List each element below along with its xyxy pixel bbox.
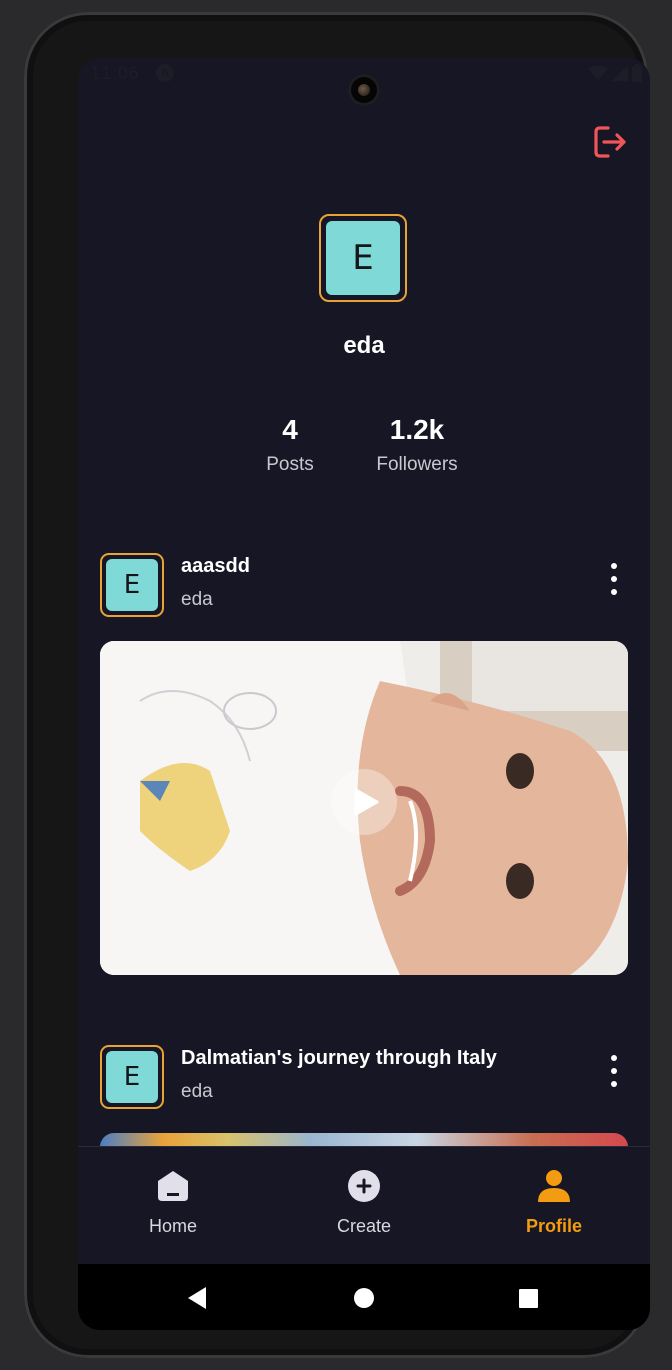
front-camera — [348, 74, 380, 106]
bottom-navigation: Home Create Profile — [78, 1146, 650, 1263]
post-video-thumbnail[interactable] — [100, 641, 628, 975]
post-author-name[interactable]: eda — [181, 1081, 213, 1103]
profile-avatar[interactable]: E — [319, 214, 407, 302]
phone-frame: 11:06 A E eda 4 Posts 1.2k Followers E a… — [24, 12, 650, 1358]
stat-followers[interactable]: 1.2k Followers — [357, 414, 477, 476]
nav-profile[interactable]: Profile — [484, 1169, 624, 1237]
post-title: Dalmatian's journey through Italy — [181, 1047, 497, 1069]
a-badge-icon: A — [156, 64, 174, 82]
more-vertical-icon[interactable] — [604, 1055, 624, 1087]
system-navigation-bar — [78, 1264, 650, 1330]
stat-posts-label: Posts — [266, 454, 314, 475]
nav-create-label: Create — [336, 1216, 392, 1236]
signal-icon — [612, 65, 628, 81]
post-author-avatar-letter: E — [106, 1051, 158, 1103]
post-card: E Dalmatian's journey through Italy eda — [100, 1045, 628, 1173]
stat-posts[interactable]: 4 Posts — [235, 414, 345, 476]
logout-icon[interactable] — [590, 122, 630, 162]
post-card: E aaasdd eda — [100, 553, 628, 977]
post-title: aaasdd — [181, 555, 250, 577]
app-screen: 11:06 A E eda 4 Posts 1.2k Followers E a… — [78, 58, 650, 1330]
wifi-icon — [588, 65, 608, 80]
nav-home[interactable]: Home — [103, 1169, 243, 1237]
more-vertical-icon[interactable] — [604, 563, 624, 595]
post-author-avatar[interactable]: E — [100, 1045, 164, 1109]
stat-followers-value: 1.2k — [389, 414, 445, 445]
battery-icon — [632, 64, 642, 82]
status-time: 11:06 — [90, 64, 139, 84]
nav-create[interactable]: Create — [294, 1169, 434, 1237]
post-author-name[interactable]: eda — [181, 589, 213, 611]
play-icon[interactable] — [331, 769, 397, 835]
nav-profile-label: Profile — [525, 1216, 582, 1236]
recents-square-icon[interactable] — [519, 1289, 538, 1308]
profile-avatar-letter: E — [326, 221, 400, 295]
system-status-icons — [588, 64, 642, 82]
stat-followers-label: Followers — [376, 454, 458, 475]
home-icon — [158, 1171, 188, 1201]
person-icon — [538, 1170, 570, 1202]
back-triangle-icon[interactable] — [186, 1286, 208, 1310]
stat-posts-value: 4 — [282, 414, 298, 445]
profile-username: eda — [343, 332, 385, 359]
plus-circle-icon — [348, 1170, 380, 1202]
play-triangle — [354, 788, 379, 816]
post-author-avatar-letter: E — [106, 559, 158, 611]
nav-home-label: Home — [148, 1216, 197, 1236]
post-author-avatar[interactable]: E — [100, 553, 164, 617]
home-circle-icon[interactable] — [354, 1288, 374, 1308]
